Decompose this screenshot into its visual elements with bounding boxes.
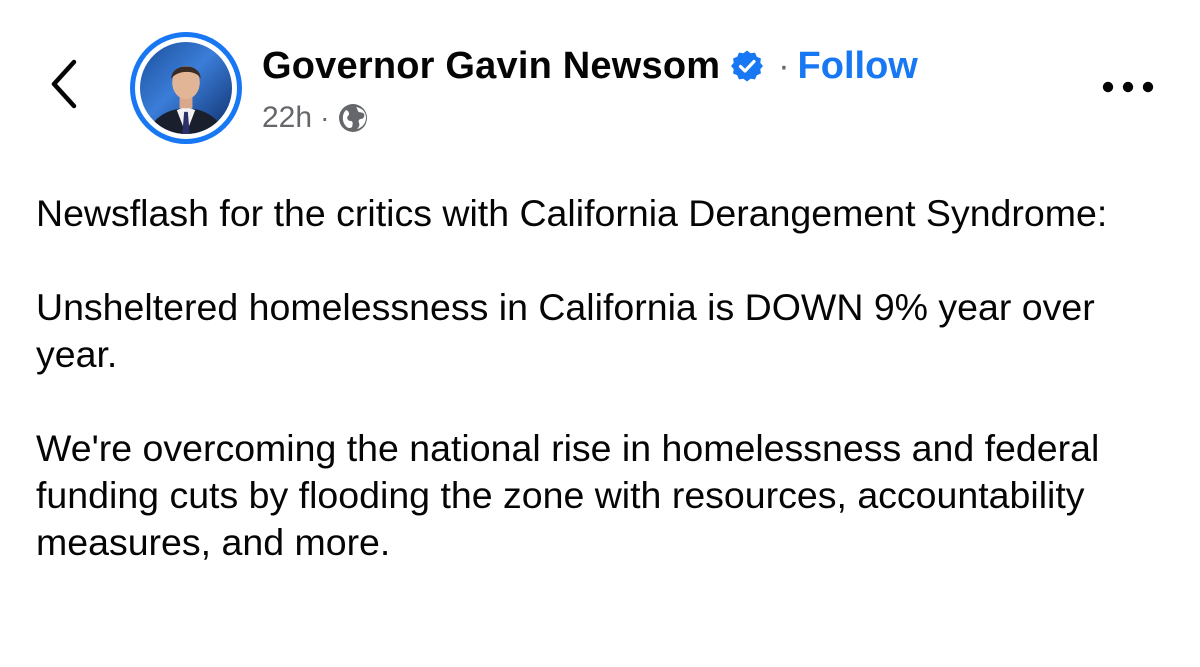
more-horizontal-icon xyxy=(1100,72,1156,102)
verified-badge-icon xyxy=(730,49,764,83)
follow-button[interactable]: Follow xyxy=(798,45,918,88)
avatar xyxy=(140,42,232,134)
meta-separator-dot: · xyxy=(320,102,330,133)
post-paragraph: Unsheltered homelessness in California i… xyxy=(36,286,1095,375)
post-paragraph: Newsflash for the critics with Californi… xyxy=(36,192,1108,234)
chevron-left-icon xyxy=(40,59,88,120)
post-timestamp[interactable]: 22h xyxy=(262,101,312,135)
globe-icon xyxy=(337,102,369,134)
name-row: Governor Gavin Newsom · Follow xyxy=(262,40,918,92)
person-silhouette-icon xyxy=(147,65,225,134)
post-paragraph: We're overcoming the national rise in ho… xyxy=(36,427,1100,563)
avatar-story-ring[interactable] xyxy=(130,32,242,144)
post-body: Newsflash for the critics with Californi… xyxy=(36,190,1156,566)
author-name[interactable]: Governor Gavin Newsom xyxy=(262,45,720,88)
back-button[interactable] xyxy=(40,52,88,116)
more-options-button[interactable] xyxy=(1100,72,1156,102)
separator-dot: · xyxy=(778,46,790,85)
post-header: Governor Gavin Newsom · Follow 22h · xyxy=(262,40,918,138)
post-meta: 22h · xyxy=(262,98,918,138)
